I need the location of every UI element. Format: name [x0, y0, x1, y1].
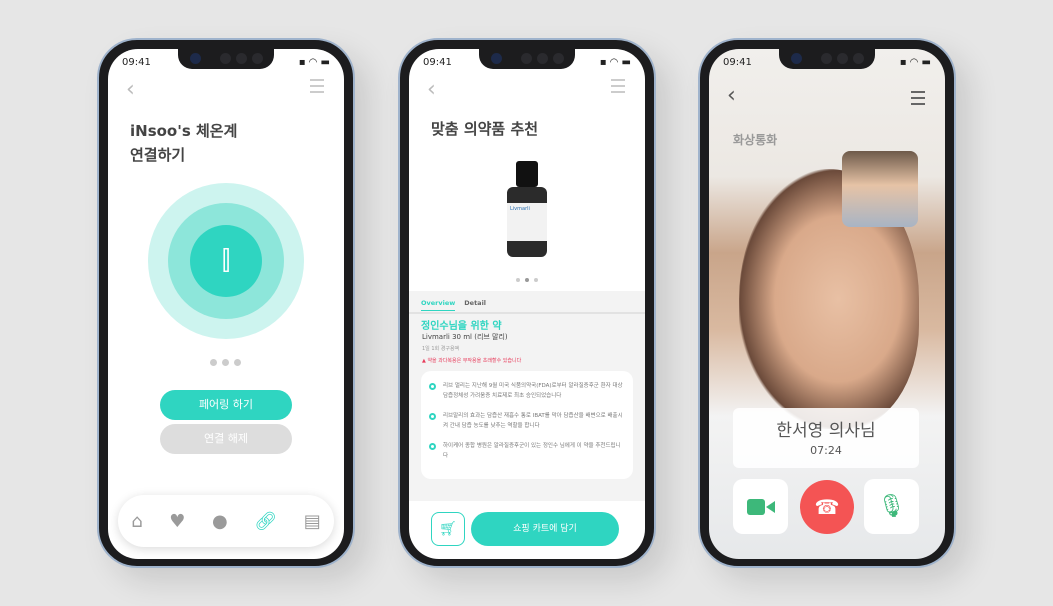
pair-button[interactable]: 페어링 하기: [160, 390, 292, 420]
status-time: 09:41: [423, 57, 452, 68]
call-duration: 07:24: [810, 444, 842, 457]
warning-text: 약을 과다복용은 부작용을 초래할수 있습니다: [427, 358, 522, 364]
menu-icon[interactable]: [611, 79, 625, 97]
self-video-thumbnail[interactable]: [842, 151, 918, 227]
thermometer-device-icon[interactable]: ⫿: [190, 225, 262, 297]
status-icons: ▪︎ ◠ ▬: [599, 57, 631, 68]
screen: 09:41 ▪︎ ◠ ▬ ‹ 화상통화 한서영 의사님 07:24 ☎︎ 🎙︎: [709, 49, 945, 559]
tab-bar: ⌂ ♥ ● 🔗︎ ▤: [118, 495, 334, 547]
link-icon[interactable]: 🔗︎: [254, 511, 277, 532]
status-time: 09:41: [122, 57, 151, 68]
carousel-dots: [210, 359, 241, 366]
microphone-icon: 🎙︎: [877, 494, 906, 519]
tab-overview[interactable]: Overview: [421, 299, 456, 311]
menu-icon[interactable]: [310, 79, 324, 97]
page-title: 맞춤 의약품 추천: [431, 120, 539, 138]
add-to-cart-button[interactable]: 쇼핑 카트에 담기: [471, 512, 619, 546]
bottle-label: Livmarli: [507, 203, 547, 241]
caller-info: 한서영 의사님 07:24: [733, 408, 919, 468]
back-icon[interactable]: ‹: [427, 77, 436, 102]
phone-medicine: 09:41 ▪︎ ◠ ▬ ‹ 맞춤 의약품 추천 Livmarli Overvie…: [398, 38, 656, 568]
document-icon[interactable]: ▤: [304, 511, 321, 532]
mic-toggle-button[interactable]: 🎙︎: [864, 479, 919, 534]
page-title: iNsoo's 체온계: [130, 122, 238, 140]
list-item: 리브 멀리는 지난해 9월 미국 식품의약국(FDA)로부터 알라질증후군 환자…: [429, 381, 625, 401]
back-icon[interactable]: ‹: [727, 83, 736, 108]
list-item: 리브말리의 효과는 담즙산 재흡수 통로 IBAT를 막아 담즙산을 배변으로 …: [429, 411, 625, 431]
disconnect-button[interactable]: 연결 해제: [160, 424, 292, 454]
notch: [479, 49, 575, 69]
product-image: Livmarli: [507, 161, 547, 261]
pills-icon[interactable]: ●: [212, 511, 228, 532]
dosage: 1일 1회 경구용액: [422, 346, 460, 352]
end-call-button[interactable]: ☎︎: [800, 480, 854, 534]
menu-icon[interactable]: [911, 91, 925, 109]
back-icon[interactable]: ‹: [126, 77, 135, 102]
screen: 09:41 ▪︎ ◠ ▬ ‹ iNsoo's 체온계연결하기 ⫿ 페어링 하기 연…: [108, 49, 344, 559]
recommend-heading: 정인수님을 위한 약: [421, 321, 502, 332]
page-title: 화상통화: [733, 133, 778, 147]
video-camera-icon: [746, 498, 775, 515]
cart-icon[interactable]: 🛒︎: [431, 512, 465, 546]
video-toggle-button[interactable]: [733, 479, 788, 534]
status-icons: ▪︎ ◠ ▬: [899, 57, 931, 68]
notch: [178, 49, 274, 69]
status-icons: ▪︎ ◠ ▬: [298, 57, 330, 68]
doctor-name: 한서영 의사님: [776, 421, 876, 441]
hang-up-icon: ☎︎: [814, 495, 840, 519]
screen: 09:41 ▪︎ ◠ ▬ ‹ 맞춤 의약품 추천 Livmarli Overvie…: [409, 49, 645, 559]
tab-detail[interactable]: Detail: [464, 299, 486, 311]
product-name: Livmarli 30 ml (리브 말리): [422, 333, 508, 341]
list-item: 하이케어 종합 병원은 알라질증후군이 있는 정인수 님에게 이 약을 추천드립…: [429, 441, 625, 461]
phone-video-call: 09:41 ▪︎ ◠ ▬ ‹ 화상통화 한서영 의사님 07:24 ☎︎ 🎙︎: [698, 38, 956, 568]
notch: [779, 49, 875, 69]
heart-icon[interactable]: ♥: [169, 511, 185, 532]
home-icon[interactable]: ⌂: [131, 511, 142, 532]
info-card: 리브 멀리는 지난해 9월 미국 식품의약국(FDA)로부터 알라질증후군 환자…: [421, 371, 633, 479]
page-title-line2: 연결하기: [130, 146, 186, 164]
carousel-dots: [516, 278, 538, 282]
phone-thermometer: 09:41 ▪︎ ◠ ▬ ‹ iNsoo's 체온계연결하기 ⫿ 페어링 하기 연…: [97, 38, 355, 568]
status-time: 09:41: [723, 57, 752, 68]
